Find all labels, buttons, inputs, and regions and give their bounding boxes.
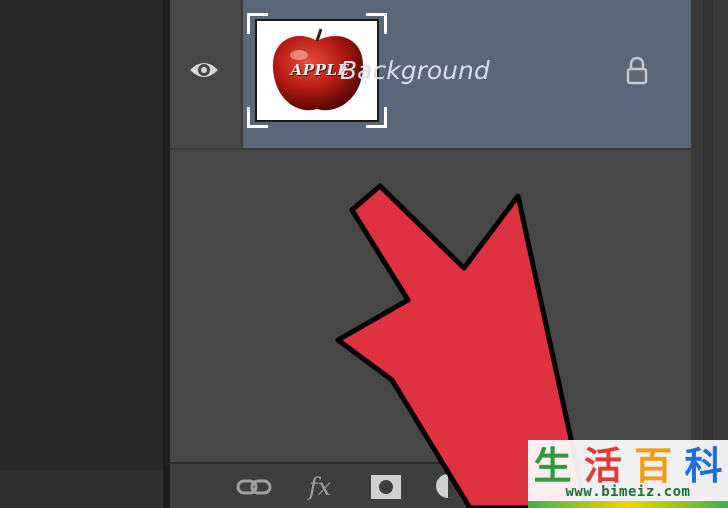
layer-body[interactable]: APPLE Background — [243, 0, 691, 148]
watermark-char: 生 — [533, 444, 572, 488]
eye-icon — [190, 63, 218, 77]
watermark-char: 科 — [684, 444, 723, 488]
document-canvas-area — [0, 0, 163, 508]
watermark-stripe — [528, 501, 728, 508]
watermark-char: 百 — [634, 444, 673, 488]
layer-visibility-toggle[interactable] — [170, 0, 243, 148]
layers-scrollbar-track[interactable] — [703, 0, 713, 460]
link-layers-button[interactable] — [234, 472, 274, 502]
watermark-char: 活 — [583, 444, 622, 488]
lock-icon[interactable] — [625, 56, 649, 86]
layer-style-button[interactable]: fx — [300, 472, 340, 502]
layer-name[interactable]: Background — [340, 56, 490, 85]
fx-icon: fx — [308, 473, 332, 501]
watermark-url: www.bimeiz.com — [565, 484, 691, 500]
new-adjustment-layer-button[interactable] — [430, 472, 470, 502]
canvas-lower-strip — [0, 470, 163, 508]
panel-divider — [163, 0, 170, 508]
add-mask-button[interactable] — [366, 472, 406, 502]
mask-icon — [371, 475, 401, 499]
link-icon — [236, 479, 272, 495]
adjustment-icon — [436, 474, 464, 500]
watermark-title: 生 活 百 科 — [530, 446, 726, 486]
folder-icon — [499, 478, 529, 498]
layer-row-background[interactable]: APPLE Background — [170, 0, 691, 150]
